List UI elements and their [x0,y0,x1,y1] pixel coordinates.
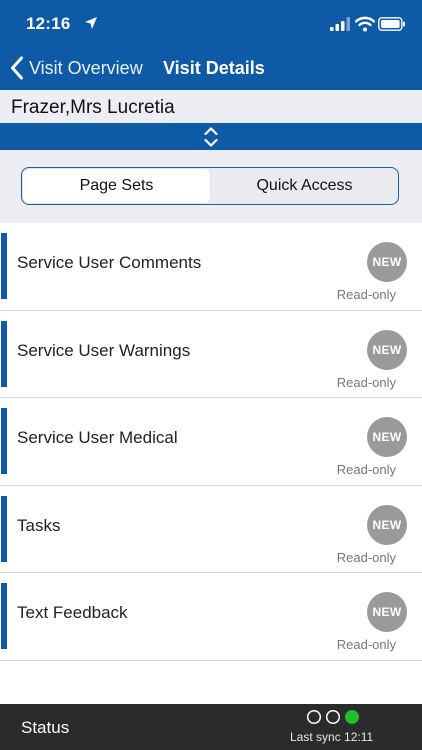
list-item[interactable]: Tasks NEW Read-only [0,486,422,573]
row-accent-bar [1,495,7,562]
client-name: Frazer,Mrs Lucretia [11,97,175,118]
list-item[interactable]: Text Feedback NEW Read-only [0,573,422,661]
battery-icon [378,17,405,31]
read-only-label: Read-only [336,374,396,390]
row-accent-bar [1,408,7,474]
last-sync-text: Last sync 12:11 [290,730,374,744]
sync-status-indicator [306,709,359,725]
list-item[interactable]: Service User Comments NEW Read-only [0,223,422,311]
segmented-control: Page Sets Quick Access [21,167,399,205]
chevron-left-icon [11,56,23,80]
read-only-label: Read-only [336,462,396,477]
sync-indicator-empty [325,709,341,725]
list-item-title: Service User Warnings [17,340,191,360]
location-arrow-icon [85,17,97,29]
wifi-icon [355,16,375,32]
client-name-bar: Frazer,Mrs Lucretia [0,90,422,123]
list-item-title: Text Feedback [17,603,128,622]
status-time: 12:16 [26,14,71,33]
new-badge: NEW [367,504,407,545]
row-accent-bar [1,583,7,649]
list-item-title: Tasks [17,515,61,535]
tab-page-sets[interactable]: Page Sets [23,169,210,203]
list-item[interactable]: Service User Medical NEW Read-only [0,398,422,486]
new-badge: NEW [367,592,407,632]
cellular-signal-icon [330,17,350,31]
page-set-list: Service User Comments NEW Read-only Serv… [0,223,422,661]
status-bar: 12:16 [0,0,422,44]
navigation-bar: Visit Overview Visit Details [0,44,422,90]
read-only-label: Read-only [336,287,396,302]
status-footer: Status Last sync 12:11 [0,704,422,750]
new-badge: NEW [367,417,407,457]
read-only-label: Read-only [336,637,396,652]
list-item-title: Service User Comments [17,253,202,272]
segmented-control-area: Page Sets Quick Access [0,150,422,223]
app-header: 12:16 Visit Overview Visit Details [0,0,422,90]
new-badge: NEW [367,329,407,370]
sync-indicator-green [345,710,359,724]
read-only-label: Read-only [336,549,396,565]
back-button-label: Visit Overview [29,57,143,78]
expand-client-details-button[interactable] [0,123,422,150]
row-accent-bar [1,320,7,387]
list-item[interactable]: Service User Warnings NEW Read-only [0,311,422,398]
chevron-up-down-icon [204,127,218,147]
sync-indicator-empty [306,709,322,725]
row-accent-bar [1,233,7,299]
status-label[interactable]: Status [21,718,69,738]
new-badge: NEW [367,242,407,282]
tab-quick-access[interactable]: Quick Access [211,168,398,204]
page-title: Visit Details [163,58,265,78]
list-item-title: Service User Medical [17,428,178,447]
back-button[interactable]: Visit Overview [10,55,143,81]
